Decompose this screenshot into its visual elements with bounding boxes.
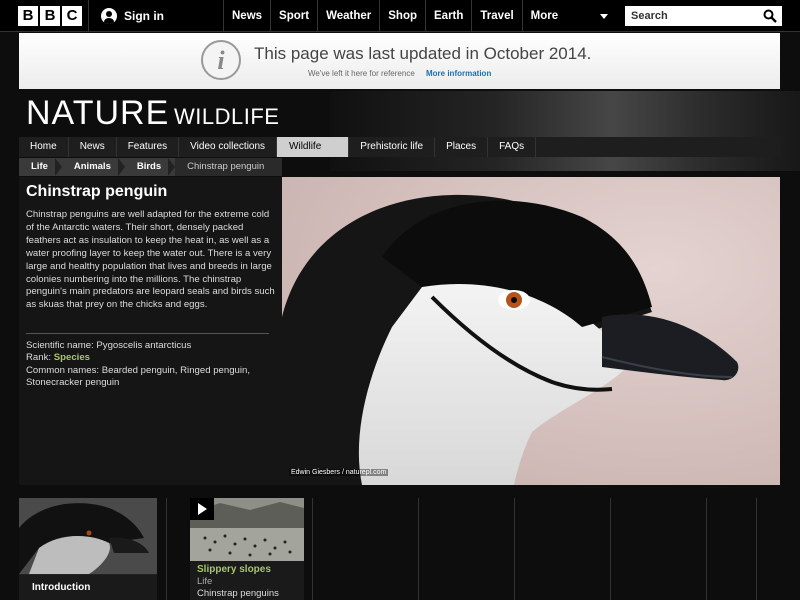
species-facts: Scientific name: Pygoscelis antarcticus … bbox=[26, 340, 276, 390]
penguin-photo bbox=[282, 177, 780, 485]
logo-letter-b1: B bbox=[18, 6, 38, 26]
introduction-module[interactable]: Introduction bbox=[19, 498, 157, 600]
scientific-name-label: Scientific name: bbox=[26, 340, 97, 351]
notice-title: This page was last updated in October 20… bbox=[254, 44, 592, 63]
divider bbox=[706, 498, 707, 600]
species-description: Chinstrap penguins are well adapted for … bbox=[26, 209, 275, 311]
rank-row: Rank: Species bbox=[26, 352, 276, 364]
breadcrumb: Life Animals Birds Chinstrap penguin bbox=[19, 158, 282, 176]
search-box bbox=[625, 6, 782, 26]
nav-weather[interactable]: Weather bbox=[317, 0, 379, 32]
tab-prehistoric-life[interactable]: Prehistoric life bbox=[349, 137, 436, 157]
play-icon[interactable] bbox=[190, 498, 214, 520]
video-title[interactable]: Slippery slopes bbox=[197, 564, 271, 575]
section-nav: Home News Features Video collections Wil… bbox=[19, 137, 780, 157]
site-title[interactable]: NATURE bbox=[26, 94, 169, 133]
divider bbox=[88, 0, 89, 32]
divider bbox=[610, 498, 611, 600]
divider bbox=[26, 333, 269, 334]
nav-shop[interactable]: Shop bbox=[379, 0, 425, 32]
scientific-name: Pygoscelis antarcticus bbox=[96, 340, 192, 351]
rank-label: Rank: bbox=[26, 352, 54, 364]
tab-places[interactable]: Places bbox=[435, 137, 489, 157]
chevron-down-icon[interactable] bbox=[600, 14, 608, 19]
divider bbox=[514, 498, 515, 600]
search-icon[interactable] bbox=[763, 9, 777, 23]
rank-link[interactable]: Species bbox=[54, 352, 90, 363]
divider bbox=[312, 498, 313, 600]
video-category: Life bbox=[197, 576, 213, 587]
video-thumbnail[interactable] bbox=[190, 498, 304, 561]
logo-letter-b2: B bbox=[40, 6, 60, 26]
divider bbox=[756, 498, 757, 600]
video-subject: Chinstrap penguins bbox=[197, 588, 279, 599]
common-names-row: Common names: Bearded penguin, Ringed pe… bbox=[26, 365, 276, 390]
bbc-global-header: B B C Sign in News Sport Weather Shop Ea… bbox=[0, 0, 800, 32]
signin-button[interactable]: Sign in bbox=[101, 0, 164, 32]
tab-wildlife[interactable]: Wildlife bbox=[277, 137, 350, 157]
divider bbox=[418, 498, 419, 600]
breadcrumb-animals[interactable]: Animals bbox=[62, 158, 125, 176]
species-info-panel: Chinstrap penguin Chinstrap penguins are… bbox=[19, 177, 282, 485]
user-icon bbox=[101, 8, 117, 24]
info-icon: i bbox=[201, 40, 241, 80]
introduction-label[interactable]: Introduction bbox=[19, 575, 157, 600]
more-information-link[interactable]: More information bbox=[426, 69, 491, 78]
video-module[interactable]: Slippery slopes Life Chinstrap penguins bbox=[190, 498, 304, 600]
photo-credit: Edwin Giesbers / naturepl.com bbox=[289, 469, 389, 476]
logo-letter-c: C bbox=[62, 6, 82, 26]
tab-faqs[interactable]: FAQs bbox=[488, 137, 537, 157]
divider bbox=[166, 498, 167, 600]
tab-video-collections[interactable]: Video collections bbox=[179, 137, 278, 157]
breadcrumb-current: Chinstrap penguin bbox=[175, 158, 282, 176]
bbc-logo[interactable]: B B C bbox=[18, 6, 82, 26]
tab-home[interactable]: Home bbox=[19, 137, 69, 157]
common-names-label: Common names: bbox=[26, 364, 102, 376]
nav-earth[interactable]: Earth bbox=[425, 0, 471, 32]
global-nav: News Sport Weather Shop Earth Travel Mor… bbox=[223, 0, 617, 32]
introduction-thumbnail bbox=[19, 498, 157, 574]
scientific-name-row: Scientific name: Pygoscelis antarcticus bbox=[26, 340, 276, 352]
page-title: Chinstrap penguin bbox=[26, 183, 168, 200]
hero-image: Edwin Giesbers / naturepl.com bbox=[282, 177, 780, 485]
notice-subtitle: We've left it here for reference bbox=[308, 69, 415, 78]
breadcrumb-life[interactable]: Life bbox=[19, 158, 62, 176]
tab-news[interactable]: News bbox=[69, 137, 117, 157]
nav-sport[interactable]: Sport bbox=[270, 0, 317, 32]
section-title[interactable]: WILDLIFE bbox=[174, 104, 279, 130]
breadcrumb-birds[interactable]: Birds bbox=[125, 158, 176, 176]
nav-travel[interactable]: Travel bbox=[471, 0, 521, 32]
signin-label: Sign in bbox=[124, 9, 164, 23]
archive-notice: i This page was last updated in October … bbox=[19, 33, 780, 89]
nav-news[interactable]: News bbox=[223, 0, 270, 32]
tab-features[interactable]: Features bbox=[117, 137, 180, 157]
search-input[interactable] bbox=[625, 6, 755, 26]
masthead-texture bbox=[330, 91, 800, 171]
